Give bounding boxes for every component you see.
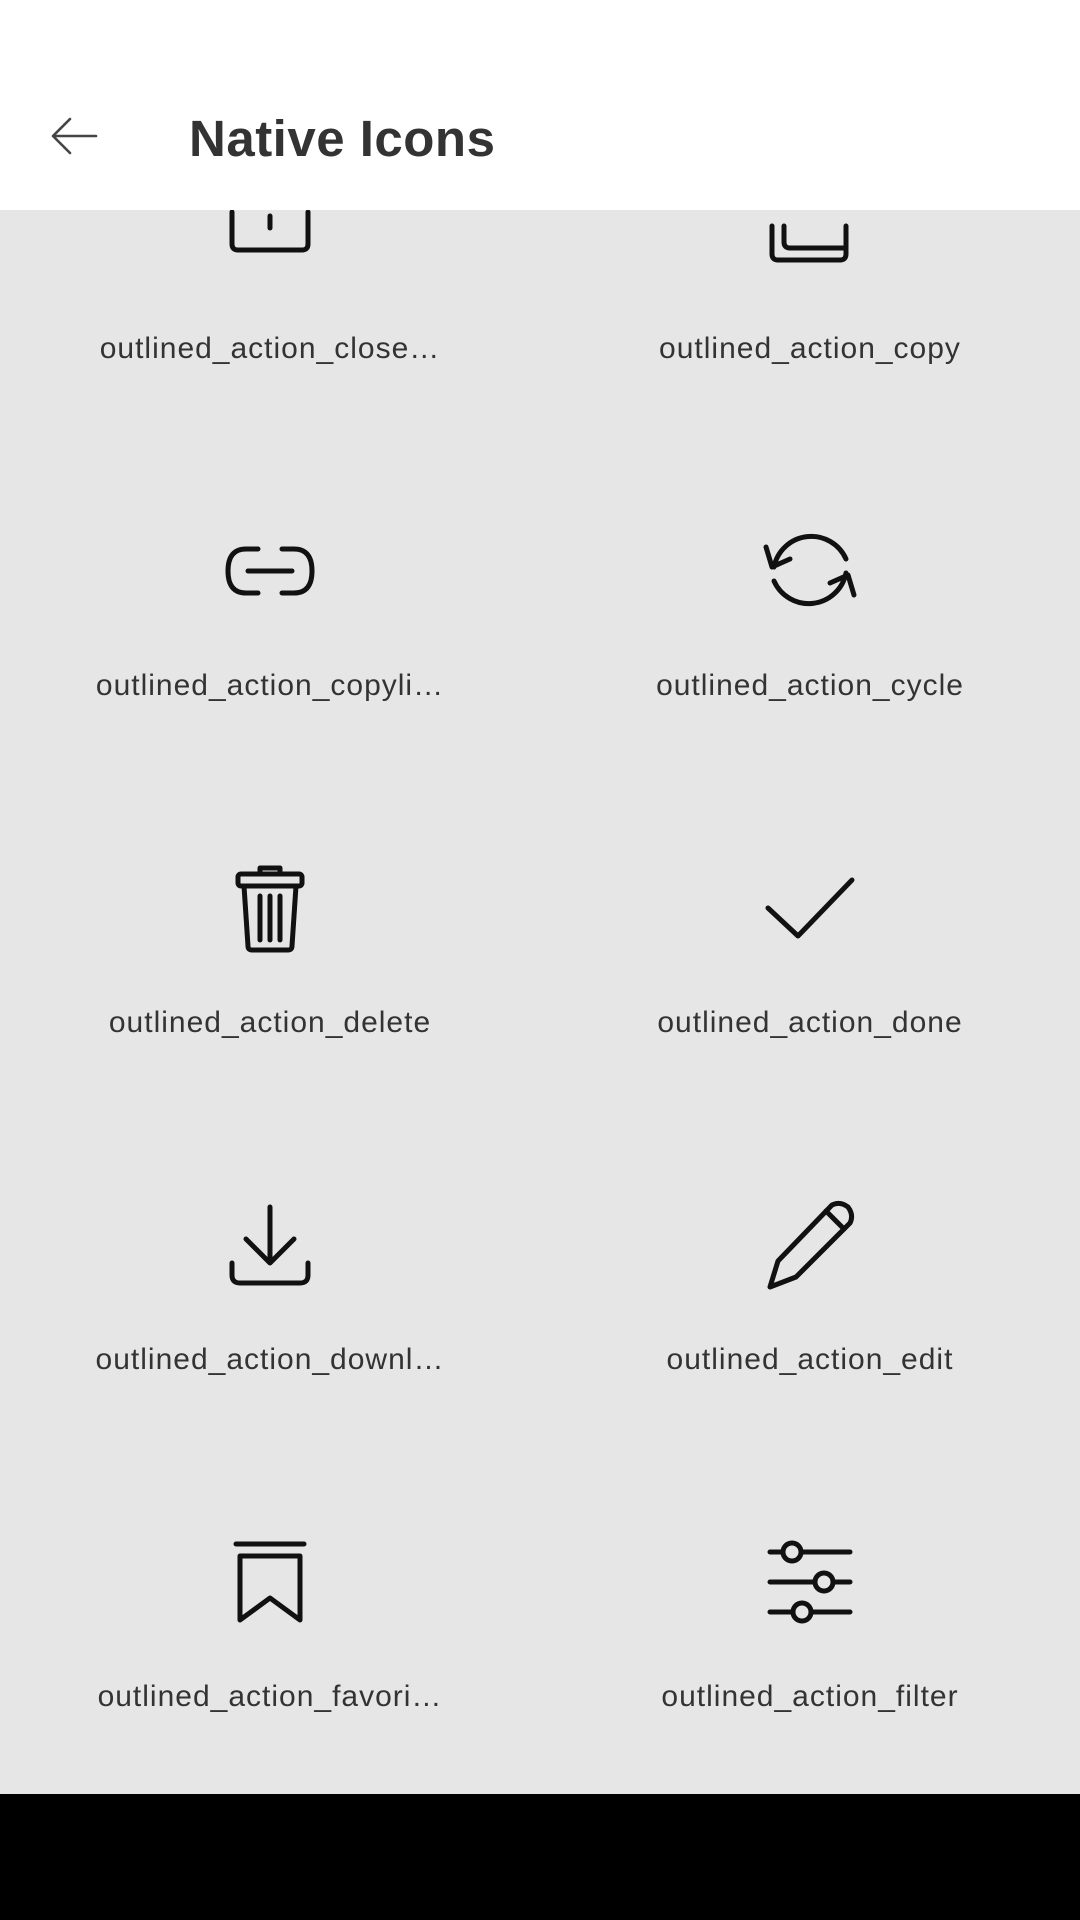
icon-label: outlined_action_downl… [95,1343,445,1376]
system-navigation-bar [0,1794,1080,1920]
icon-cell-cycle[interactable]: outlined_action_cycle [540,421,1080,758]
icon-label: outlined_action_filter [661,1680,959,1713]
bookmark-icon [222,1534,318,1630]
pencil-icon [762,1197,858,1293]
trash-icon [222,860,318,956]
check-icon [762,860,858,956]
icon-label: outlined_action_done [657,1006,963,1039]
cycle-icon [762,523,858,619]
icon-label: outlined_action_cycle [656,669,964,702]
page-title: Native Icons [189,110,496,167]
download-icon [222,1197,318,1293]
icon-cell-copylink[interactable]: outlined_action_copyli… [0,421,540,758]
icon-label: outlined_action_delete [108,1006,432,1039]
icon-label: outlined_action_copyli… [95,669,445,702]
filter-icon [762,1534,858,1630]
icon-label: outlined_action_edit [666,1343,954,1376]
icon-cell-filter[interactable]: outlined_action_filter [540,1432,1080,1769]
close-box-icon [222,210,318,282]
icon-label: outlined_action_favori… [97,1680,443,1713]
icon-cell-download[interactable]: outlined_action_downl… [0,1095,540,1432]
icon-label: outlined_action_copy [659,332,961,365]
icon-label: outlined_action_close… [99,332,441,365]
copy-icon [762,210,858,282]
icon-cell-done[interactable]: outlined_action_done [540,758,1080,1095]
icon-cell-close[interactable]: outlined_action_close… [0,210,540,421]
arrow-left-icon [51,117,98,155]
icon-grid-scroll[interactable]: outlined_action_close… outlined_action_c… [0,210,1080,1794]
app-bar: Native Icons [0,0,1080,210]
link-icon [222,523,318,619]
icon-cell-favorite[interactable]: outlined_action_favori… [0,1432,540,1769]
icon-cell-copy[interactable]: outlined_action_copy [540,210,1080,421]
icon-cell-delete[interactable]: outlined_action_delete [0,758,540,1095]
screen: Native Icons outlined_action_close… outl… [0,0,1080,1920]
icon-cell-edit[interactable]: outlined_action_edit [540,1095,1080,1432]
back-button[interactable] [32,98,116,174]
